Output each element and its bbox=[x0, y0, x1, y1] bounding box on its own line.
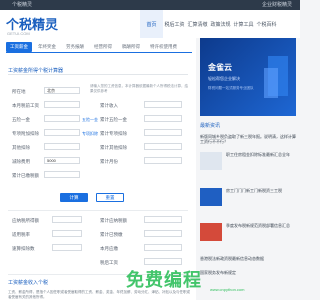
acc-special-label: 累计专项扣除 bbox=[100, 131, 127, 136]
tab-bonus[interactable]: 年终奖金 bbox=[34, 42, 60, 52]
ad-banner[interactable]: 金雀云 轻松帮您企业解决 财税问题一站式服务专业团队 bbox=[200, 38, 296, 116]
result-rate-value bbox=[52, 230, 82, 237]
result-after-tax-label: 税后工资 bbox=[100, 260, 118, 265]
accum-month-label: 累计月份 bbox=[100, 159, 118, 164]
city-select[interactable]: 北京 bbox=[44, 87, 80, 94]
result-prepaid-label: 累计已预缴 bbox=[100, 232, 123, 237]
logo-subtitle: GETUI.COM bbox=[7, 31, 30, 36]
watermark: 免费编程 bbox=[126, 270, 202, 291]
watermark-url: www.cnpython.com bbox=[210, 287, 245, 292]
news-item[interactable]: 房工门门门新工门新税资三工税 bbox=[226, 188, 296, 193]
acc-social-label: 累计五险一金 bbox=[100, 117, 127, 122]
result-prepaid-value bbox=[144, 230, 182, 237]
form-note: 请输入您的工资信息，本计算器依据最新个人所得税法计算，结果仅供参考 bbox=[90, 84, 188, 93]
news-item[interactable]: 香港税法新政资税最新信息动态数据 bbox=[200, 256, 296, 261]
result-rate-label: 适用税率 bbox=[12, 232, 30, 237]
calculate-button[interactable]: 计算 bbox=[60, 193, 88, 202]
banner-subtitle: 轻松帮您企业解决 bbox=[208, 76, 240, 81]
result-deduction-label: 速算扣除数 bbox=[12, 246, 35, 251]
main-nav: 首页 税后工资 汇算清缴 政策法规 计算工具 个税百科 bbox=[140, 10, 278, 38]
social-link[interactable]: 五险一金 bbox=[82, 117, 98, 123]
banner-text: 财税问题一站式服务专业团队 bbox=[208, 86, 254, 90]
salary-label: 本月税前工资 bbox=[12, 103, 39, 108]
calculator-tabs: 工资薪金 年终奖金 劳务报酬 经营所得 稿酬所得 特许权使用费 bbox=[6, 42, 181, 52]
nav-tools[interactable]: 计算工具 bbox=[232, 10, 255, 38]
accum-month-input[interactable] bbox=[144, 157, 182, 164]
nav-settlement[interactable]: 汇算清缴 bbox=[186, 10, 209, 38]
section-title: 工资薪金收入个税 bbox=[8, 280, 49, 286]
social-input[interactable] bbox=[44, 115, 80, 122]
acc-income-label: 累计收入 bbox=[100, 103, 118, 108]
news-item[interactable]: 职工住房租金扣除标准最新汇总全年 bbox=[226, 152, 296, 157]
acc-income-input[interactable] bbox=[144, 101, 182, 108]
calculator-panel: 工资薪金 年终奖金 劳务报酬 经营所得 稿酬所得 特许权使用费 工资薪金所得个税… bbox=[0, 38, 196, 300]
tab-license[interactable]: 特许权使用费 bbox=[146, 42, 181, 52]
sidebar: 金雀云 轻松帮您企业解决 财税问题一站式服务专业团队 最新资讯 新版同城乡税负盗… bbox=[200, 38, 300, 300]
result-taxable-label: 应纳税所得额 bbox=[12, 218, 39, 223]
form-title: 工资薪金所得个税计算器 bbox=[8, 68, 64, 74]
acc-special-input[interactable] bbox=[144, 129, 182, 136]
nav-policy[interactable]: 政策法规 bbox=[209, 10, 232, 38]
banner-title: 金雀云 bbox=[208, 63, 232, 72]
result-monthly-value bbox=[144, 244, 182, 251]
other-label: 其他扣除 bbox=[12, 145, 30, 150]
tab-salary[interactable]: 工资薪金 bbox=[6, 42, 32, 52]
acc-other-label: 累计其他扣除 bbox=[100, 145, 127, 150]
news-item[interactable]: 新版同城乡税负盗取了新三税年报。说明清，这样计算工资行不不行？ bbox=[200, 134, 296, 144]
nav-wiki[interactable]: 个税百科 bbox=[255, 10, 278, 38]
special-label: 专项附加扣除 bbox=[12, 131, 39, 136]
tab-business[interactable]: 经营所得 bbox=[90, 42, 116, 52]
news-thumbnail[interactable] bbox=[200, 152, 222, 170]
prev-tax-input[interactable] bbox=[44, 171, 80, 178]
top-bar-right[interactable]: 企业财税精灵 bbox=[262, 1, 292, 8]
tab-underline bbox=[6, 52, 192, 53]
result-deduction-value bbox=[52, 244, 82, 251]
prev-tax-label: 累计已缴税额 bbox=[12, 173, 39, 178]
nav-after-tax[interactable]: 税后工资 bbox=[163, 10, 186, 38]
news-heading: 最新资讯 bbox=[200, 123, 221, 129]
result-acc-tax-label: 累计应纳税额 bbox=[100, 218, 127, 223]
reset-button[interactable]: 重置 bbox=[96, 193, 124, 202]
result-monthly-label: 本月应缴 bbox=[100, 246, 118, 251]
salary-input[interactable] bbox=[44, 101, 80, 108]
banner-graphic bbox=[264, 68, 278, 98]
result-after-tax-value bbox=[144, 258, 182, 265]
top-bar: 个税精灵 企业财税精灵 bbox=[0, 0, 300, 10]
city-label: 所在地 bbox=[12, 89, 26, 94]
acc-other-input[interactable] bbox=[144, 143, 182, 150]
news-thumbnail[interactable] bbox=[200, 188, 222, 206]
social-label: 五险一金 bbox=[12, 117, 30, 122]
news-thumbnail[interactable] bbox=[200, 223, 222, 241]
news-item[interactable]: 国家税务发布新规定 bbox=[200, 270, 296, 275]
news-item[interactable]: 季度发布税新规范资税部署信息汇总 bbox=[226, 223, 296, 228]
special-link[interactable]: 专项扣除 bbox=[82, 131, 98, 137]
start-input[interactable]: 5000 bbox=[44, 157, 80, 164]
special-input[interactable] bbox=[44, 129, 80, 136]
nav-home[interactable]: 首页 bbox=[140, 10, 163, 38]
result-divider bbox=[8, 210, 188, 211]
acc-social-input[interactable] bbox=[144, 115, 182, 122]
tab-royalty[interactable]: 稿酬所得 bbox=[118, 42, 144, 52]
top-bar-left: 个税精灵 bbox=[12, 2, 33, 8]
start-label: 减除费用 bbox=[12, 159, 30, 164]
other-input[interactable] bbox=[44, 143, 80, 150]
result-taxable-value bbox=[52, 216, 82, 223]
tab-labor[interactable]: 劳务报酬 bbox=[62, 42, 88, 52]
result-acc-tax-value bbox=[144, 216, 182, 223]
divider bbox=[8, 74, 188, 75]
